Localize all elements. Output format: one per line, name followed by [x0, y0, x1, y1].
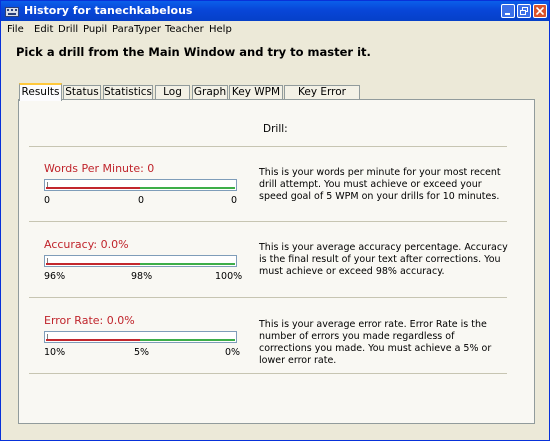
- separator: [29, 297, 507, 298]
- error-rate-tick-mid: 5%: [134, 347, 150, 358]
- keyboard-icon: [5, 4, 19, 18]
- accuracy-description: This is your average accuracy percentage…: [259, 242, 508, 277]
- tab-log[interactable]: Log: [155, 85, 190, 100]
- wpm-tick-mid: 0: [138, 195, 145, 206]
- wpm-label: Words Per Minute: 0: [44, 162, 155, 175]
- accuracy-tick-mid: 98%: [131, 271, 153, 282]
- tab-status[interactable]: Status: [63, 85, 101, 100]
- wpm-bar-green-zone: [140, 187, 235, 189]
- restore-button[interactable]: [517, 4, 531, 18]
- error-rate-progress-bar: [44, 331, 237, 343]
- tab-results[interactable]: Results: [19, 83, 62, 101]
- accuracy-tick-min: 96%: [44, 271, 66, 282]
- window-title: History for tanechkabelous: [24, 4, 193, 17]
- title-bar[interactable]: History for tanechkabelous: [1, 1, 549, 21]
- wpm-description: This is your words per minute for your m…: [259, 167, 501, 202]
- separator: [29, 373, 507, 374]
- error-rate-tick-max: 0%: [225, 347, 241, 358]
- error-rate-bar-green-zone: [140, 339, 235, 341]
- accuracy-tick-max: 100%: [215, 271, 243, 282]
- accuracy-label: Accuracy: 0.0%: [44, 238, 129, 251]
- menu-teacher[interactable]: Teacher: [165, 24, 204, 35]
- accuracy-progress-bar: [44, 255, 237, 267]
- close-button[interactable]: [533, 4, 547, 18]
- menu-bar: File Edit Drill Pupil ParaTyper Teacher …: [1, 21, 549, 38]
- wpm-progress-bar: [44, 179, 237, 191]
- error-rate-description: This is your average error rate. Error R…: [259, 319, 492, 366]
- menu-drill[interactable]: Drill: [58, 24, 78, 35]
- drill-label: Drill:: [263, 123, 288, 135]
- menu-paratyper[interactable]: ParaTyper: [112, 24, 161, 35]
- error-rate-label: Error Rate: 0.0%: [44, 314, 135, 327]
- tab-key-error-rate[interactable]: Key Error Rate: [284, 85, 360, 111]
- wpm-bar-red-zone: [46, 187, 142, 189]
- menu-file[interactable]: File: [7, 24, 24, 35]
- separator: [29, 221, 507, 222]
- tab-statistics[interactable]: Statistics: [103, 85, 153, 100]
- wpm-tick-min: 0: [44, 195, 51, 206]
- menu-pupil[interactable]: Pupil: [83, 24, 107, 35]
- instruction-text: Pick a drill from the Main Window and tr…: [16, 45, 371, 59]
- accuracy-bar-green-zone: [140, 263, 235, 265]
- separator: [29, 146, 507, 147]
- close-icon: [536, 7, 544, 15]
- history-window: History for tanechkabelous File Edit Dri…: [0, 0, 550, 441]
- tab-key-wpm[interactable]: Key WPM: [229, 85, 283, 100]
- menu-edit[interactable]: Edit: [34, 24, 53, 35]
- error-rate-tick-min: 10%: [44, 347, 66, 358]
- tab-graph[interactable]: Graph: [192, 85, 228, 100]
- wpm-tick-max: 0: [231, 195, 238, 206]
- accuracy-bar-red-zone: [46, 263, 142, 265]
- error-rate-bar-red-zone: [46, 339, 142, 341]
- restore-icon: [520, 7, 528, 15]
- minimize-button[interactable]: [501, 4, 515, 18]
- minimize-icon: [505, 13, 510, 15]
- menu-help[interactable]: Help: [209, 24, 232, 35]
